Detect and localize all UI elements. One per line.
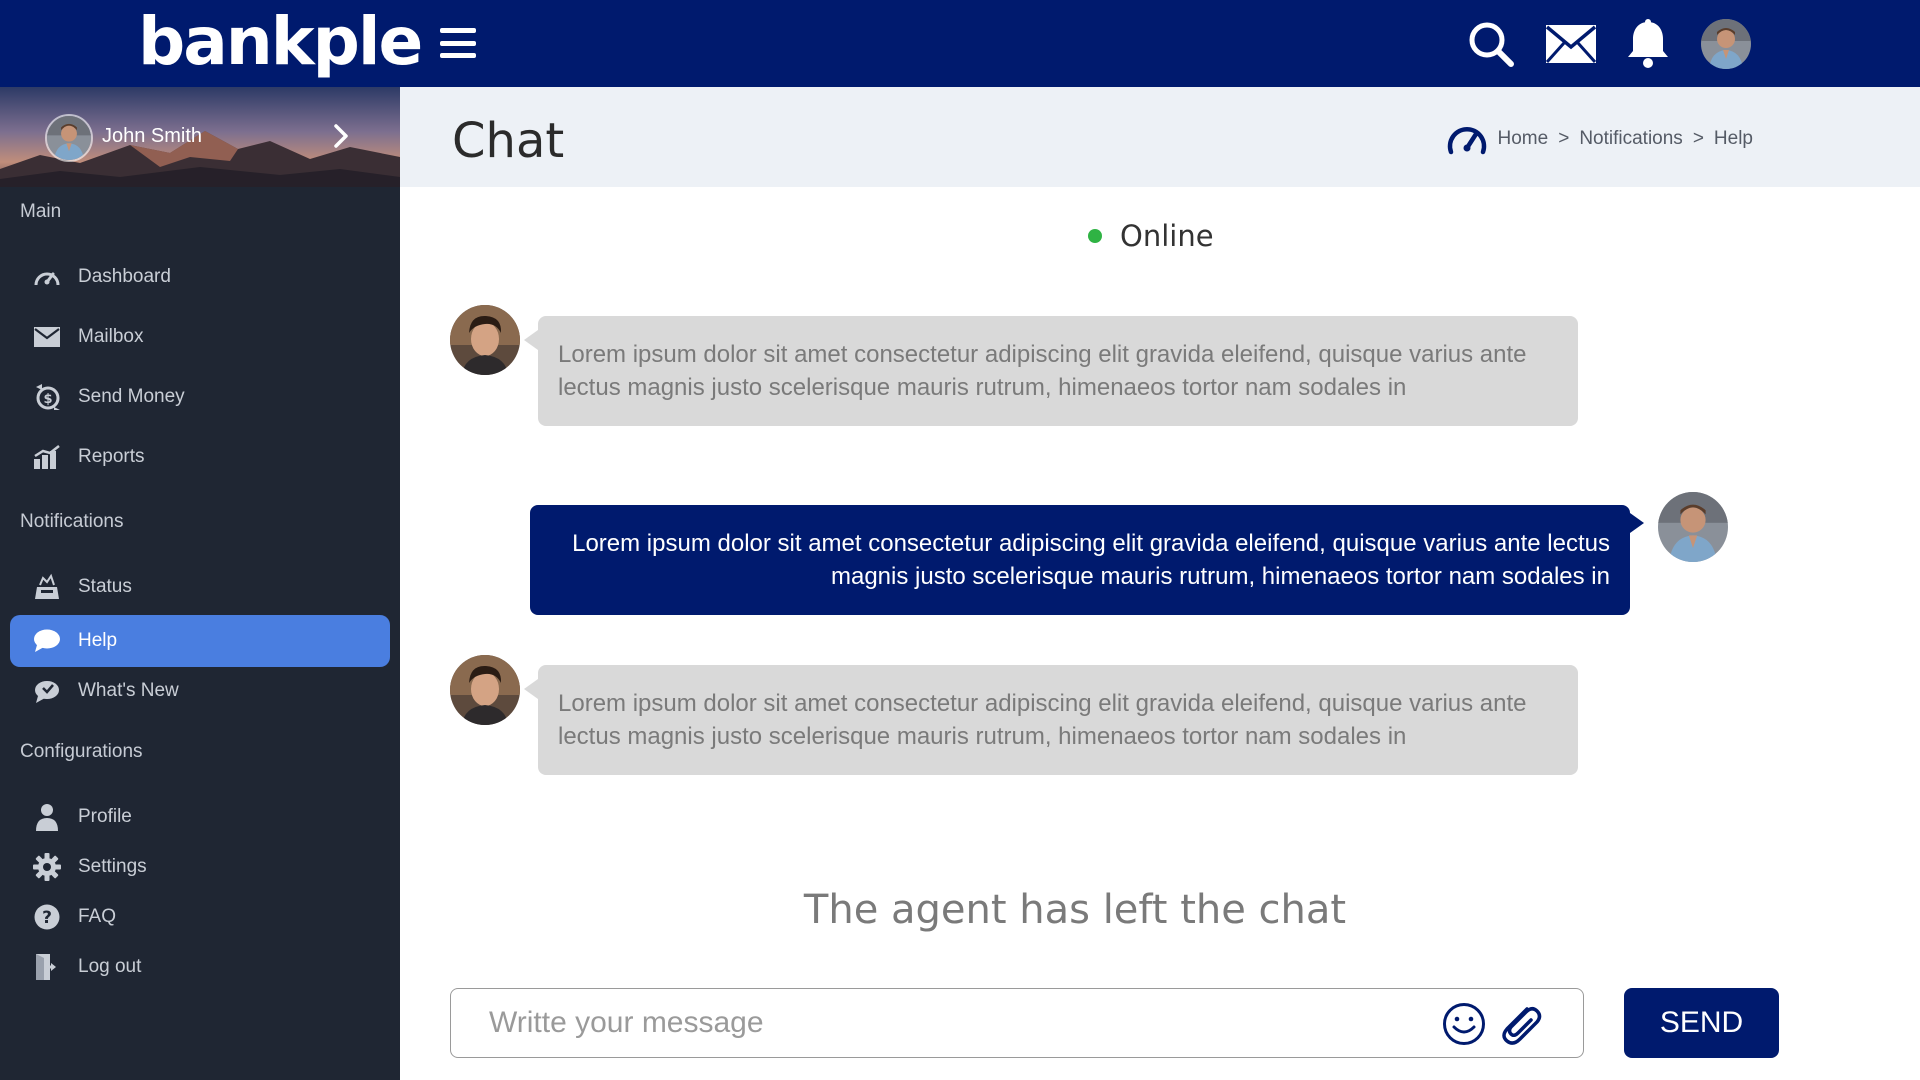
sidebar-item-logout[interactable]: Log out — [10, 941, 390, 993]
chat-icon — [32, 626, 62, 656]
chat-status: Online — [1088, 219, 1214, 253]
dashboard-icon — [32, 262, 62, 292]
page-title: Chat — [452, 113, 565, 169]
top-bar: bankple — [0, 0, 1920, 87]
send-button[interactable]: SEND — [1624, 988, 1779, 1058]
sidebar-item-send-money[interactable]: $ Send Money — [10, 371, 390, 423]
breadcrumb-notifications[interactable]: Notifications — [1579, 128, 1683, 150]
user-avatar[interactable] — [1701, 19, 1751, 69]
sidebar-item-label: Settings — [78, 856, 147, 877]
sidebar-item-label: Status — [78, 576, 132, 597]
whats-new-icon — [32, 676, 62, 706]
profile-avatar[interactable] — [45, 114, 93, 162]
sidebar-item-label: Profile — [78, 806, 132, 827]
message-composer — [450, 988, 1584, 1058]
sidebar-item-label: Dashboard — [78, 266, 171, 287]
agent-left-notice: The agent has left the chat — [803, 887, 1347, 933]
paperclip-icon[interactable] — [1497, 1001, 1545, 1047]
breadcrumb: Home > Notifications > Help — [1446, 120, 1753, 158]
search-icon[interactable] — [1465, 18, 1517, 70]
page-header: Chat Home > Notifications > Help — [400, 87, 1920, 187]
main-content: Chat Home > Notifications > Help Online … — [400, 87, 1920, 1080]
chat-message-user: Lorem ipsum dolor sit amet consectetur a… — [530, 505, 1644, 615]
dashboard-icon[interactable] — [1446, 120, 1488, 158]
breadcrumb-home[interactable]: Home — [1498, 128, 1549, 150]
sidebar-item-status[interactable]: Status — [10, 561, 390, 613]
status-label: Online — [1120, 219, 1214, 253]
section-label-configurations: Configurations — [20, 741, 143, 762]
reports-icon — [32, 442, 62, 472]
sidebar-item-mailbox[interactable]: Mailbox — [10, 311, 390, 363]
mail-icon — [32, 322, 62, 352]
status-icon — [32, 572, 62, 602]
chat-message-agent: Lorem ipsum dolor sit amet consectetur a… — [524, 665, 1578, 775]
agent-avatar — [450, 305, 520, 375]
chevron-right-icon[interactable] — [330, 123, 352, 149]
sidebar-item-label: Reports — [78, 446, 145, 467]
sidebar: John Smith Main Dashboard Mailbox $ Send… — [0, 87, 400, 1080]
user-icon — [32, 802, 62, 832]
sidebar-item-label: What's New — [78, 680, 179, 701]
mail-icon[interactable] — [1545, 18, 1597, 70]
sidebar-item-profile[interactable]: Profile — [10, 791, 390, 843]
online-indicator — [1088, 229, 1102, 243]
emoji-icon[interactable] — [1442, 1002, 1486, 1046]
breadcrumb-help: Help — [1713, 128, 1753, 149]
section-label-notifications: Notifications — [20, 511, 124, 532]
sidebar-item-help[interactable]: Help — [10, 615, 390, 667]
sidebar-item-whats-new[interactable]: What's New — [10, 665, 390, 717]
bankple-logo[interactable]: bankple — [138, 4, 423, 80]
bell-icon[interactable] — [1622, 18, 1674, 70]
sidebar-item-faq[interactable]: ? FAQ — [10, 891, 390, 943]
sidebar-item-label: Mailbox — [78, 326, 144, 347]
sidebar-item-dashboard[interactable]: Dashboard — [10, 251, 390, 303]
sidebar-item-label: Log out — [78, 956, 142, 977]
menu-icon[interactable] — [438, 24, 478, 62]
sidebar-item-label: Help — [78, 630, 118, 651]
breadcrumb-separator: > — [1692, 128, 1704, 149]
chat-message-agent: Lorem ipsum dolor sit amet consectetur a… — [524, 316, 1578, 426]
sidebar-item-reports[interactable]: Reports — [10, 431, 390, 483]
gear-icon — [32, 852, 62, 882]
agent-avatar — [450, 655, 520, 725]
svg-text:?: ? — [42, 908, 52, 928]
question-icon: ? — [32, 902, 62, 932]
user-avatar — [1658, 492, 1728, 562]
profile-name[interactable]: John Smith — [102, 125, 202, 148]
send-money-icon: $ — [32, 382, 62, 412]
message-input[interactable] — [489, 1003, 1389, 1043]
sidebar-item-label: Send Money — [78, 386, 185, 407]
profile-banner[interactable]: John Smith — [0, 87, 400, 187]
sidebar-item-settings[interactable]: Settings — [10, 841, 390, 893]
sidebar-item-label: FAQ — [78, 906, 117, 927]
breadcrumb-separator: > — [1558, 128, 1570, 149]
section-label-main: Main — [20, 201, 62, 222]
logout-icon — [32, 952, 62, 982]
svg-text:$: $ — [43, 392, 52, 407]
